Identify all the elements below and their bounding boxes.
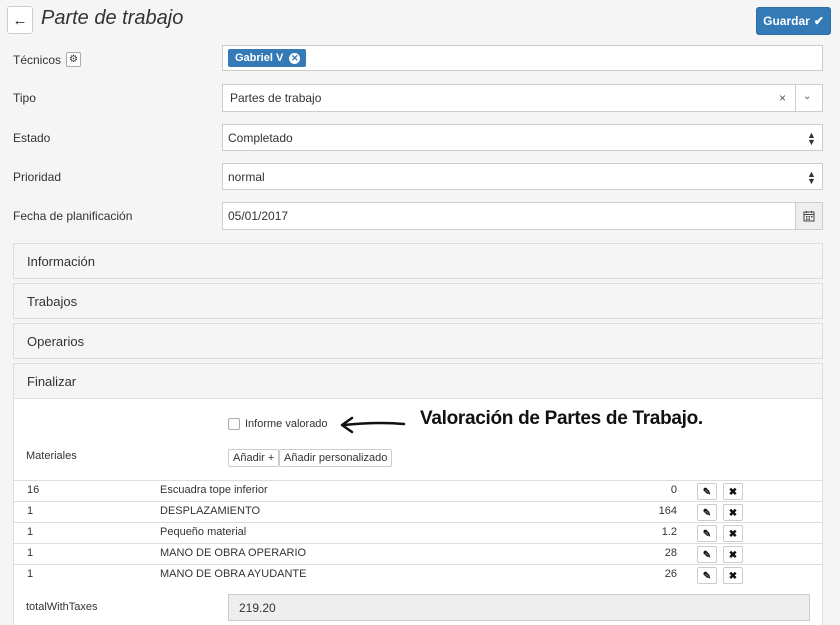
material-value: 28: [664, 547, 677, 559]
table-row: 1 DESPLAZAMIENTO 164 ✎ ✖: [13, 501, 823, 522]
material-value: 26: [664, 568, 677, 580]
calendar-button[interactable]: [795, 202, 823, 230]
total-field: 219.20: [228, 594, 810, 621]
informe-valorado-option[interactable]: Informe valorado: [228, 418, 328, 430]
table-row: 1 MANO DE OBRA OPERARIO 28 ✎ ✖: [13, 543, 823, 564]
annotation-text: Valoración de Partes de Trabajo.: [420, 408, 703, 429]
check-icon: ✔: [813, 14, 824, 28]
fecha-label: Fecha de planificación: [13, 209, 133, 223]
tipo-select[interactable]: Partes de trabajo × ⌄: [222, 84, 823, 112]
informe-valorado-label: Informe valorado: [245, 418, 328, 430]
close-icon: ✖: [728, 550, 738, 561]
add-material-button[interactable]: Añadir +: [228, 449, 280, 467]
technician-tag-label: Gabriel V: [235, 52, 284, 64]
calendar-icon: [803, 211, 815, 222]
material-value: 164: [658, 505, 677, 517]
arrow-left-icon: ←: [12, 11, 28, 29]
fecha-input[interactable]: 05/01/2017: [222, 202, 796, 230]
prioridad-value: normal: [228, 169, 265, 184]
sort-icon-down: ▼: [807, 137, 816, 147]
tecnicos-label-group: Técnicos ⚙: [13, 52, 82, 67]
edit-button[interactable]: ✎: [697, 483, 717, 500]
panel-finalizar-title: Finalizar: [27, 373, 77, 389]
panel-operarios[interactable]: Operarios: [13, 323, 823, 359]
tipo-label: Tipo: [13, 91, 36, 105]
edit-button[interactable]: ✎: [697, 525, 717, 542]
fecha-value: 05/01/2017: [228, 209, 289, 223]
materiales-label: Materiales: [26, 450, 77, 462]
close-circle-icon[interactable]: ✕: [289, 52, 301, 64]
panel-informacion[interactable]: Información: [13, 243, 823, 279]
total-value: 219.20: [239, 600, 276, 615]
chevron-down-icon[interactable]: ⌄: [803, 91, 811, 102]
delete-button[interactable]: ✖: [723, 525, 743, 542]
edit-button[interactable]: ✎: [697, 546, 717, 563]
save-button[interactable]: Guardar ✔: [756, 7, 831, 35]
delete-button[interactable]: ✖: [723, 567, 743, 584]
pencil-icon: ✎: [702, 487, 712, 498]
save-button-label: Guardar: [763, 14, 810, 28]
material-name: DESPLAZAMIENTO: [160, 505, 261, 517]
total-label: totalWithTaxes: [26, 601, 98, 613]
panel-trabajos[interactable]: Trabajos: [13, 283, 823, 319]
table-row: 16 Escuadra tope inferior 0 ✎ ✖: [13, 480, 823, 501]
prioridad-label: Prioridad: [13, 170, 62, 184]
pencil-icon: ✎: [702, 529, 712, 540]
informe-valorado-checkbox[interactable]: [228, 418, 240, 430]
material-value: 0: [670, 484, 677, 496]
sort-icon-down: ▼: [807, 176, 816, 186]
panel-informacion-title: Información: [27, 253, 95, 269]
add-custom-material-button[interactable]: Añadir personalizado: [279, 449, 393, 467]
material-qty: 1: [27, 568, 34, 580]
technician-tag: Gabriel V ✕: [228, 49, 307, 67]
delete-button[interactable]: ✖: [723, 546, 743, 563]
delete-button[interactable]: ✖: [723, 504, 743, 521]
panel-operarios-title: Operarios: [27, 333, 85, 349]
material-qty: 1: [27, 547, 34, 559]
material-value: 1.2: [661, 526, 677, 538]
tecnicos-input[interactable]: Gabriel V ✕: [222, 45, 823, 71]
material-name: Pequeño material: [160, 526, 247, 538]
estado-label: Estado: [13, 131, 51, 145]
estado-select[interactable]: Completado ▲ ▼: [222, 124, 823, 151]
material-name: MANO DE OBRA OPERARIO: [160, 547, 307, 559]
table-row: 1 Pequeño material 1.2 ✎ ✖: [13, 522, 823, 543]
close-icon: ✖: [728, 571, 738, 582]
panel-trabajos-title: Trabajos: [27, 293, 78, 309]
prioridad-select[interactable]: normal ▲ ▼: [222, 163, 823, 190]
material-qty: 1: [27, 526, 34, 538]
tecnicos-label: Técnicos: [13, 52, 62, 67]
pencil-icon: ✎: [702, 571, 712, 582]
panel-finalizar[interactable]: Finalizar: [13, 363, 823, 399]
arrow-left-icon: [340, 416, 406, 434]
material-qty: 1: [27, 505, 34, 517]
page-title: Parte de trabajo: [41, 7, 184, 29]
gear-icon[interactable]: ⚙: [66, 52, 82, 67]
close-icon: ✖: [728, 487, 738, 498]
close-icon[interactable]: ×: [779, 91, 786, 105]
material-qty: 16: [27, 484, 40, 496]
edit-button[interactable]: ✎: [697, 567, 717, 584]
pencil-icon: ✎: [702, 508, 712, 519]
edit-button[interactable]: ✎: [697, 504, 717, 521]
material-name: Escuadra tope inferior: [160, 484, 268, 496]
divider: [795, 85, 796, 111]
tipo-value: Partes de trabajo: [230, 91, 322, 105]
material-name: MANO DE OBRA AYUDANTE: [160, 568, 307, 580]
close-icon: ✖: [728, 508, 738, 519]
estado-value: Completado: [228, 130, 293, 145]
pencil-icon: ✎: [702, 550, 712, 561]
table-row: 1 MANO DE OBRA AYUDANTE 26 ✎ ✖: [13, 564, 823, 585]
back-button[interactable]: ←: [7, 6, 33, 34]
close-icon: ✖: [728, 529, 738, 540]
delete-button[interactable]: ✖: [723, 483, 743, 500]
